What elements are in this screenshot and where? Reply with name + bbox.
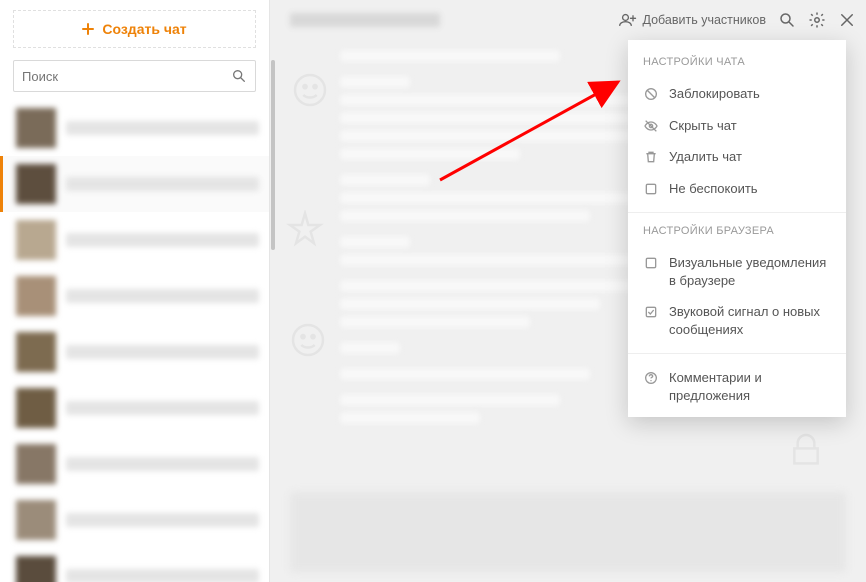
avatar xyxy=(16,332,56,372)
dnd-label: Не беспокоить xyxy=(669,180,758,198)
avatar xyxy=(16,164,56,204)
delete-chat-item[interactable]: Удалить чат xyxy=(628,141,846,173)
plus-icon xyxy=(82,23,94,35)
header-search-button[interactable] xyxy=(778,11,796,29)
sound-notif-label: Звуковой сигнал о новых сообщениях xyxy=(669,303,831,338)
chat-list-item[interactable] xyxy=(0,324,269,380)
search-input-wrap[interactable] xyxy=(13,60,256,92)
chat-list-item[interactable] xyxy=(0,548,269,582)
chat-list-item[interactable] xyxy=(0,436,269,492)
checkbox-checked-icon xyxy=(643,304,659,320)
help-icon xyxy=(643,370,659,386)
chat-name-placeholder xyxy=(66,569,259,582)
message-line xyxy=(340,394,560,406)
dropdown-section-chat: НАСТРОЙКИ ЧАТА xyxy=(628,52,846,78)
block-user-item[interactable]: Заблокировать xyxy=(628,78,846,110)
chat-name-placeholder xyxy=(66,289,259,303)
dropdown-separator xyxy=(628,353,846,354)
settings-dropdown: НАСТРОЙКИ ЧАТА Заблокировать Скрыть чат … xyxy=(628,40,846,417)
dnd-item[interactable]: Не беспокоить xyxy=(628,173,846,205)
create-chat-button[interactable]: Создать чат xyxy=(13,10,256,48)
chat-name-placeholder xyxy=(66,513,259,527)
chat-list-item[interactable] xyxy=(0,212,269,268)
avatar xyxy=(16,108,56,148)
dropdown-separator xyxy=(628,212,846,213)
block-label: Заблокировать xyxy=(669,85,760,103)
scrollbar[interactable] xyxy=(271,60,275,250)
gear-icon xyxy=(808,11,826,29)
search-icon xyxy=(778,11,796,29)
chat-list-item[interactable] xyxy=(0,156,269,212)
avatar xyxy=(16,556,56,582)
message-line xyxy=(340,342,400,354)
message-line xyxy=(340,412,480,424)
checkbox-empty-icon xyxy=(643,181,659,197)
message-line xyxy=(340,174,430,186)
message-line xyxy=(340,316,530,328)
avatar xyxy=(16,444,56,484)
visual-notifications-item[interactable]: Визуальные уведомления в браузере xyxy=(628,247,846,296)
settings-button[interactable] xyxy=(808,11,826,29)
chat-title xyxy=(290,13,440,27)
add-participants-button[interactable]: Добавить участников xyxy=(618,12,767,28)
trash-icon xyxy=(643,149,659,165)
chat-list-item[interactable] xyxy=(0,492,269,548)
message-line xyxy=(340,236,410,248)
message-line xyxy=(340,368,590,380)
close-button[interactable] xyxy=(838,11,856,29)
visual-notif-label: Визуальные уведомления в браузере xyxy=(669,254,831,289)
hide-icon xyxy=(643,118,659,134)
dropdown-section-browser: НАСТРОЙКИ БРАУЗЕРА xyxy=(628,221,846,247)
sound-notifications-item[interactable]: Звуковой сигнал о новых сообщениях xyxy=(628,296,846,345)
chat-list-item[interactable] xyxy=(0,100,269,156)
chat-name-placeholder xyxy=(66,177,259,191)
feedback-label: Комментарии и предложения xyxy=(669,369,831,404)
main-area: Добавить участников НАСТРОЙКИ ЧАТА Забло… xyxy=(270,0,866,582)
avatar xyxy=(16,276,56,316)
hide-label: Скрыть чат xyxy=(669,117,737,135)
feedback-item[interactable]: Комментарии и предложения xyxy=(628,362,846,411)
message-line xyxy=(340,130,650,142)
message-line xyxy=(340,76,410,88)
add-people-icon xyxy=(618,12,638,28)
message-line xyxy=(340,298,600,310)
message-line xyxy=(340,50,560,62)
avatar xyxy=(16,388,56,428)
search-icon xyxy=(231,68,247,84)
sidebar: Создать чат xyxy=(0,0,270,582)
hide-chat-item[interactable]: Скрыть чат xyxy=(628,110,846,142)
app-root: Создать чат Добавить уча xyxy=(0,0,866,582)
chat-name-placeholder xyxy=(66,345,259,359)
chat-header: Добавить участников xyxy=(270,0,866,40)
chat-name-placeholder xyxy=(66,457,259,471)
chat-list-item[interactable] xyxy=(0,268,269,324)
avatar xyxy=(16,220,56,260)
message-line xyxy=(340,210,590,222)
checkbox-empty-icon xyxy=(643,255,659,271)
message-line xyxy=(340,254,650,266)
delete-label: Удалить чат xyxy=(669,148,742,166)
create-chat-label: Создать чат xyxy=(102,21,186,37)
block-icon xyxy=(643,86,659,102)
add-participants-label: Добавить участников xyxy=(643,13,767,27)
chat-name-placeholder xyxy=(66,233,259,247)
search-input[interactable] xyxy=(22,69,231,84)
message-line xyxy=(340,148,520,160)
chat-name-placeholder xyxy=(66,401,259,415)
chat-name-placeholder xyxy=(66,121,259,135)
chat-list xyxy=(0,100,269,582)
chat-list-item[interactable] xyxy=(0,380,269,436)
close-icon xyxy=(838,11,856,29)
avatar xyxy=(16,500,56,540)
